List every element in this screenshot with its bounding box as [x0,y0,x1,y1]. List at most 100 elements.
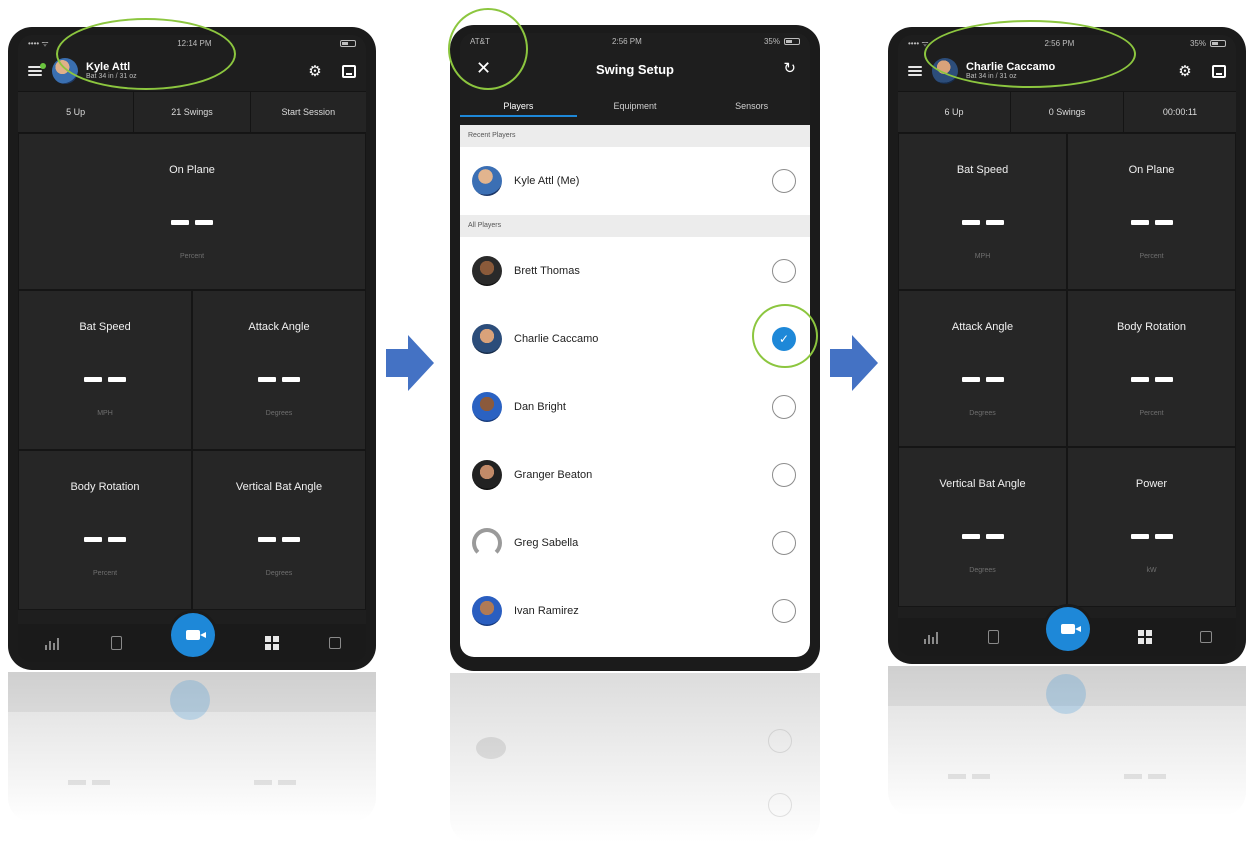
tablet-icon[interactable] [342,64,356,78]
player-name: Kyle Attl (Me) [514,175,580,187]
metric-unit: Degrees [265,410,293,417]
metric-unit: Percent [1139,253,1164,260]
metric-label: Attack Angle [248,321,310,333]
video-icon [186,630,207,640]
metric-tile-bat-speed[interactable]: Bat Speed MPH [898,133,1067,290]
status-time: 2:56 PM [612,36,642,46]
metric-value-placeholder [961,377,1004,382]
player-select-radio[interactable] [772,395,796,419]
record-video-button[interactable] [1046,607,1091,651]
player-avatar [472,596,502,626]
battery-icon [339,39,356,47]
player-row[interactable]: Ivan Ramirez [460,577,810,645]
flow-arrow-right-2 [830,335,878,391]
menu-icon[interactable] [28,63,46,78]
metric-unit: Percent [1139,410,1164,417]
reflection-middle [450,673,820,843]
player-select-radio[interactable] [772,169,796,193]
player-row[interactable]: Granger Beaton [460,441,810,509]
metrics-screen-left: •••• ᯤ 12:14 PM Kyle Attl Bat 34 in / 31… [18,35,366,662]
player-avatar [472,166,502,196]
status-right: 35% [764,37,800,46]
metric-value-placeholder [84,377,126,382]
metric-value-placeholder [258,537,300,542]
player-list: Recent Players Kyle Attl (Me) All Player… [460,125,810,657]
metric-tile-vertical-bat-angle[interactable]: Vertical Bat Angle Degrees [192,450,366,610]
section-header-recent: Recent Players [460,125,810,147]
metric-label: Body Rotation [70,481,140,493]
player-avatar [472,392,502,422]
metric-tile-on-plane[interactable]: On Plane Percent [1067,133,1236,290]
metric-tile-attack-angle[interactable]: Attack Angle Degrees [192,290,366,450]
metric-unit: kW [1146,567,1157,574]
tab-players[interactable]: Players [460,95,577,117]
metric-tile-body-rotation[interactable]: Body Rotation Percent [1067,290,1236,447]
section-header-all: All Players [460,215,810,237]
grid-icon[interactable] [265,636,280,650]
metric-grid: On Plane Percent Bat Speed MPH Attack An… [18,133,366,624]
clipboard-icon[interactable] [987,630,999,644]
metric-value-placeholder [171,220,213,225]
metric-value-placeholder [84,537,126,542]
gear-icon[interactable]: ⚙ [1176,62,1194,80]
chart-icon[interactable] [922,630,940,644]
player-select-radio[interactable] [772,531,796,555]
workflow-illustration: •••• ᯤ 12:14 PM Kyle Attl Bat 34 in / 31… [0,0,1254,846]
metric-tile-power[interactable]: Power kW [1067,447,1236,607]
gear-icon[interactable]: ⚙ [306,62,324,80]
player-row[interactable]: Brett Thomas [460,237,810,305]
metric-unit: MPH [974,253,991,260]
tablet-icon[interactable] [1212,64,1226,78]
refresh-icon[interactable]: ↻ [783,59,796,77]
tab-sensors[interactable]: Sensors [693,95,810,117]
metric-label: On Plane [1128,164,1175,176]
metric-tile-bat-speed[interactable]: Bat Speed MPH [18,290,192,450]
gallery-icon[interactable] [329,637,342,649]
bottom-nav [18,613,366,662]
metric-unit: MPH [97,410,113,417]
session-stats-bar: 5 Up 21 Swings Start Session [18,91,366,133]
start-session-button[interactable]: Start Session [251,92,366,132]
battery-percent: 35% [763,36,780,46]
ups-count: 5 Up [18,92,135,132]
highlight-player-header-left [56,18,236,90]
player-row[interactable]: Greg Sabella [460,509,810,577]
gallery-icon[interactable] [1200,631,1213,643]
metric-tile-body-rotation[interactable]: Body Rotation Percent [18,450,192,610]
player-name: Greg Sabella [514,537,579,549]
player-name: Dan Bright [514,401,566,413]
player-row[interactable]: Kyle Attl (Me) [460,147,810,215]
reflection-right [888,666,1246,816]
setup-tabs: Players Equipment Sensors [460,95,810,117]
battery-icon [1209,39,1226,47]
metric-label: Bat Speed [956,164,1009,176]
metric-tile-on-plane[interactable]: On Plane Percent [18,133,366,290]
metric-unit: Degrees [265,570,293,577]
metric-unit: Degrees [969,410,996,417]
swings-count: 21 Swings [134,92,251,132]
metric-tile-vertical-bat-angle[interactable]: Vertical Bat Angle Degrees [898,447,1067,607]
record-video-button[interactable] [171,613,216,657]
player-name: Charlie Caccamo [514,333,599,345]
player-select-radio[interactable] [772,259,796,283]
metric-value-placeholder [1130,534,1173,539]
player-name: Brett Thomas [514,265,580,277]
tab-equipment[interactable]: Equipment [577,95,694,117]
chart-icon[interactable] [43,636,61,650]
metric-label: Bat Speed [79,321,131,333]
player-name: Ivan Ramirez [514,605,579,617]
metric-label: On Plane [169,164,215,176]
player-row[interactable]: Dan Bright [460,373,810,441]
player-select-radio[interactable] [772,599,796,623]
session-timer: 00:00:11 [1162,107,1198,117]
metric-unit: Degrees [969,567,996,574]
player-select-radio[interactable] [772,463,796,487]
menu-icon[interactable] [908,64,924,78]
metric-tile-attack-angle[interactable]: Attack Angle Degrees [898,290,1067,447]
video-icon [1061,624,1082,634]
swings-count: 0 Swings [1011,92,1124,132]
grid-icon[interactable] [1138,630,1153,644]
clipboard-icon[interactable] [110,636,122,650]
metric-label: Power [1135,478,1168,490]
flow-arrow-right-1 [386,335,434,391]
